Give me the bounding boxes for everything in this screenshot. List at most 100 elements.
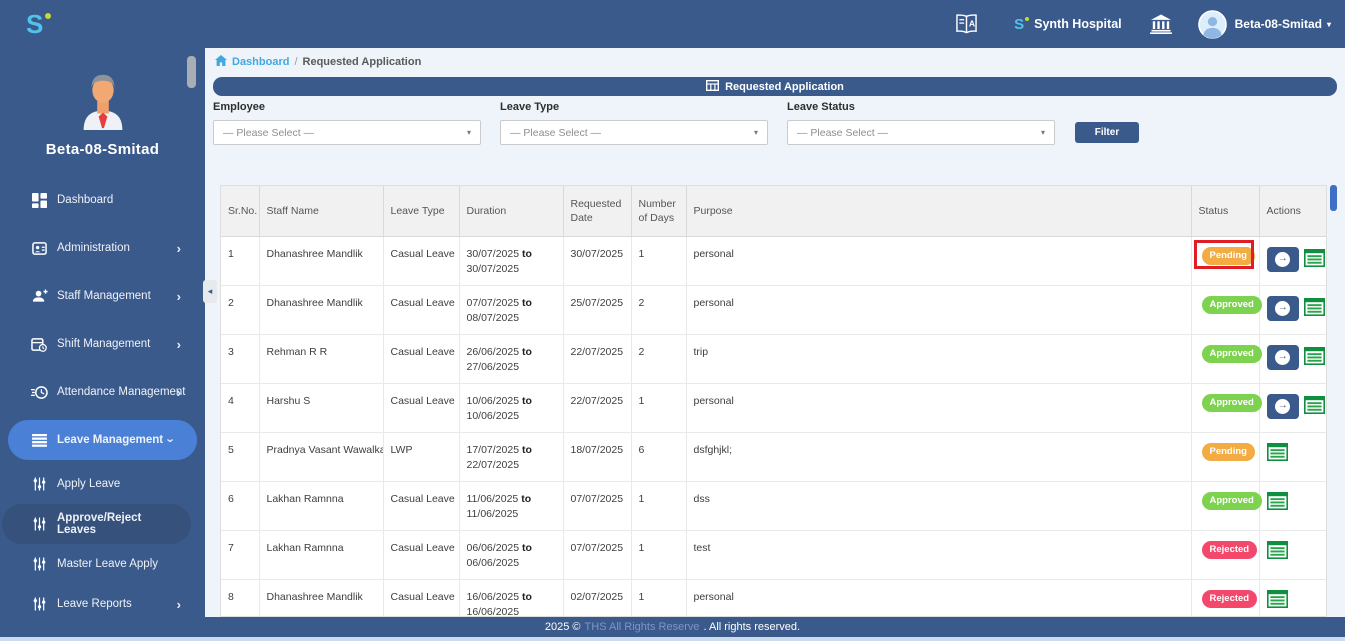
cell-staff-name: Dhanashree Mandlik [259, 285, 384, 335]
column-header-purpose: Purpose [686, 186, 1192, 237]
cell-purpose: trip [686, 334, 1192, 384]
table-row: 4 Harshu S Casual Leave 10/06/2025 to 10/06/… [221, 383, 1326, 433]
bottom-strip [0, 637, 1345, 641]
sidebar-item-shift-management[interactable]: Shift Management › [0, 320, 205, 368]
arrow-right-icon: → [1275, 251, 1291, 267]
filter-label: Leave Type [500, 101, 560, 113]
cell-leave-type: Casual Leave [383, 481, 460, 531]
table-row: 1 Dhanashree Mandlik Casual Leave 30/07/202… [221, 236, 1326, 286]
column-header-actions: Actions [1259, 186, 1326, 237]
view-button[interactable]: → [1266, 295, 1299, 321]
chevron-right-icon: › [176, 596, 181, 612]
sidebar-item-apply-leave[interactable]: Apply Leave [0, 464, 205, 504]
cell-leave-type: Casual Leave [383, 530, 460, 580]
arrow-right-icon: → [1275, 349, 1291, 365]
filter-button[interactable]: Filter [1075, 122, 1139, 143]
details-button[interactable] [1266, 540, 1288, 562]
cell-status: Rejected [1191, 579, 1260, 616]
sidebar-item-attendance-management[interactable]: Attendance Management › [0, 368, 205, 416]
filter-label: Employee [213, 101, 265, 113]
footer-rights: . All rights reserved. [703, 621, 801, 633]
details-icon [1266, 491, 1288, 513]
view-button[interactable]: → [1266, 344, 1299, 370]
filter-field-employee: Employee — Please Select — ▾ [213, 101, 481, 145]
cell-staff-name: Lakhan Ramnna [259, 530, 384, 580]
cell-staff-name: Dhanashree Mandlik [259, 579, 384, 616]
details-icon [1304, 248, 1325, 270]
breadcrumb-separator: / [294, 56, 298, 68]
sidebar-item-label: Administration [57, 242, 130, 254]
select-employee[interactable]: — Please Select — ▾ [213, 120, 481, 145]
footer-brand-link[interactable]: THS All Rights Reserve [585, 621, 700, 633]
cell-number-of-days: 6 [631, 432, 687, 482]
hospital-logo-icon: S [1014, 16, 1030, 32]
details-button[interactable] [1304, 346, 1325, 368]
hospital-name[interactable]: Synth Hospital [1034, 17, 1122, 31]
chevron-down-icon: ▾ [753, 128, 758, 137]
breadcrumb-dashboard-link[interactable]: Dashboard [232, 56, 289, 68]
select-value: — Please Select — [510, 126, 602, 139]
column-header-leave-type: Leave Type [383, 186, 460, 237]
cell-number-of-days: 2 [631, 285, 687, 335]
translate-icon[interactable]: A [955, 13, 978, 35]
chevron-right-icon: › [176, 240, 181, 256]
sidebar-item-leave-management[interactable]: Leave Management › [8, 420, 197, 460]
details-button[interactable] [1266, 589, 1288, 611]
cell-srno: 2 [221, 285, 260, 335]
table-grid-icon [706, 79, 720, 94]
view-button[interactable]: → [1266, 246, 1299, 272]
details-icon [1266, 540, 1288, 562]
status-badge: Approved [1201, 491, 1262, 510]
staff-icon [30, 289, 48, 303]
cell-number-of-days: 1 [631, 236, 687, 286]
bank-icon[interactable] [1149, 14, 1172, 34]
cell-srno: 8 [221, 579, 260, 616]
user-name: Beta-08-Smitad [1234, 17, 1322, 31]
cell-requested-date: 02/07/2025 [563, 579, 632, 616]
cell-actions [1259, 530, 1326, 580]
app-window: S A S Synth Hospital Beta-08-Smitad ▾ Be… [0, 0, 1358, 641]
sidebar-item-staff-management[interactable]: Staff Management › [0, 272, 205, 320]
details-button[interactable] [1304, 248, 1325, 270]
sidebar-item-master-leave-apply[interactable]: Master Leave Apply [0, 544, 205, 584]
sidebar-item-approve-reject-leaves[interactable]: Approve/Reject Leaves [2, 504, 191, 544]
cell-requested-date: 07/07/2025 [563, 530, 632, 580]
details-button[interactable] [1266, 491, 1288, 513]
sidebar-item-leave-reports[interactable]: Leave Reports › [0, 584, 205, 617]
view-button[interactable]: → [1266, 393, 1299, 419]
sidebar-item-dashboard[interactable]: Dashboard [0, 176, 205, 224]
cell-srno: 1 [221, 236, 260, 286]
user-menu[interactable]: Beta-08-Smitad ▾ [1235, 17, 1331, 31]
arrow-right-icon: → [1275, 398, 1291, 414]
user-avatar[interactable] [1197, 9, 1227, 39]
sidebar-collapse-button[interactable]: ◂ [203, 280, 217, 303]
sidebar-scrollbar[interactable] [187, 56, 196, 88]
details-button[interactable] [1304, 395, 1325, 417]
sidebar-item-administration[interactable]: Administration › [0, 224, 205, 272]
profile-name: Beta-08-Smitad [45, 141, 160, 158]
cell-duration: 06/06/2025 to 06/06/2025 [459, 530, 564, 580]
table-scrollbar[interactable] [1330, 185, 1337, 211]
table-row: 6 Lakhan Ramnna Casual Leave 11/06/2025 to 1… [221, 481, 1326, 531]
details-icon [1266, 589, 1288, 611]
actions-wrap [1266, 540, 1326, 562]
brand-logo[interactable]: S [26, 11, 52, 37]
details-icon [1304, 346, 1325, 368]
filter-fields: Employee — Please Select — ▾ Leave Type — Pl… [213, 101, 1055, 145]
select-leave-type[interactable]: — Please Select — ▾ [500, 120, 768, 145]
cell-leave-type: Casual Leave [383, 334, 460, 384]
cell-staff-name: Harshu S [259, 383, 384, 433]
details-button[interactable] [1266, 442, 1288, 464]
chevron-right-icon: › [176, 384, 181, 400]
actions-wrap: → [1266, 246, 1326, 272]
cell-purpose: personal [686, 579, 1192, 616]
cell-leave-type: Casual Leave [383, 236, 460, 286]
actions-wrap: → [1266, 393, 1326, 419]
cell-number-of-days: 1 [631, 530, 687, 580]
cell-srno: 7 [221, 530, 260, 580]
column-header-status: Status [1191, 186, 1260, 237]
footer: 2025 © THS All Rights Reserve . All righ… [0, 617, 1345, 637]
sliders-icon [30, 557, 48, 571]
select-leave-status[interactable]: — Please Select — ▾ [787, 120, 1055, 145]
details-button[interactable] [1304, 297, 1325, 319]
